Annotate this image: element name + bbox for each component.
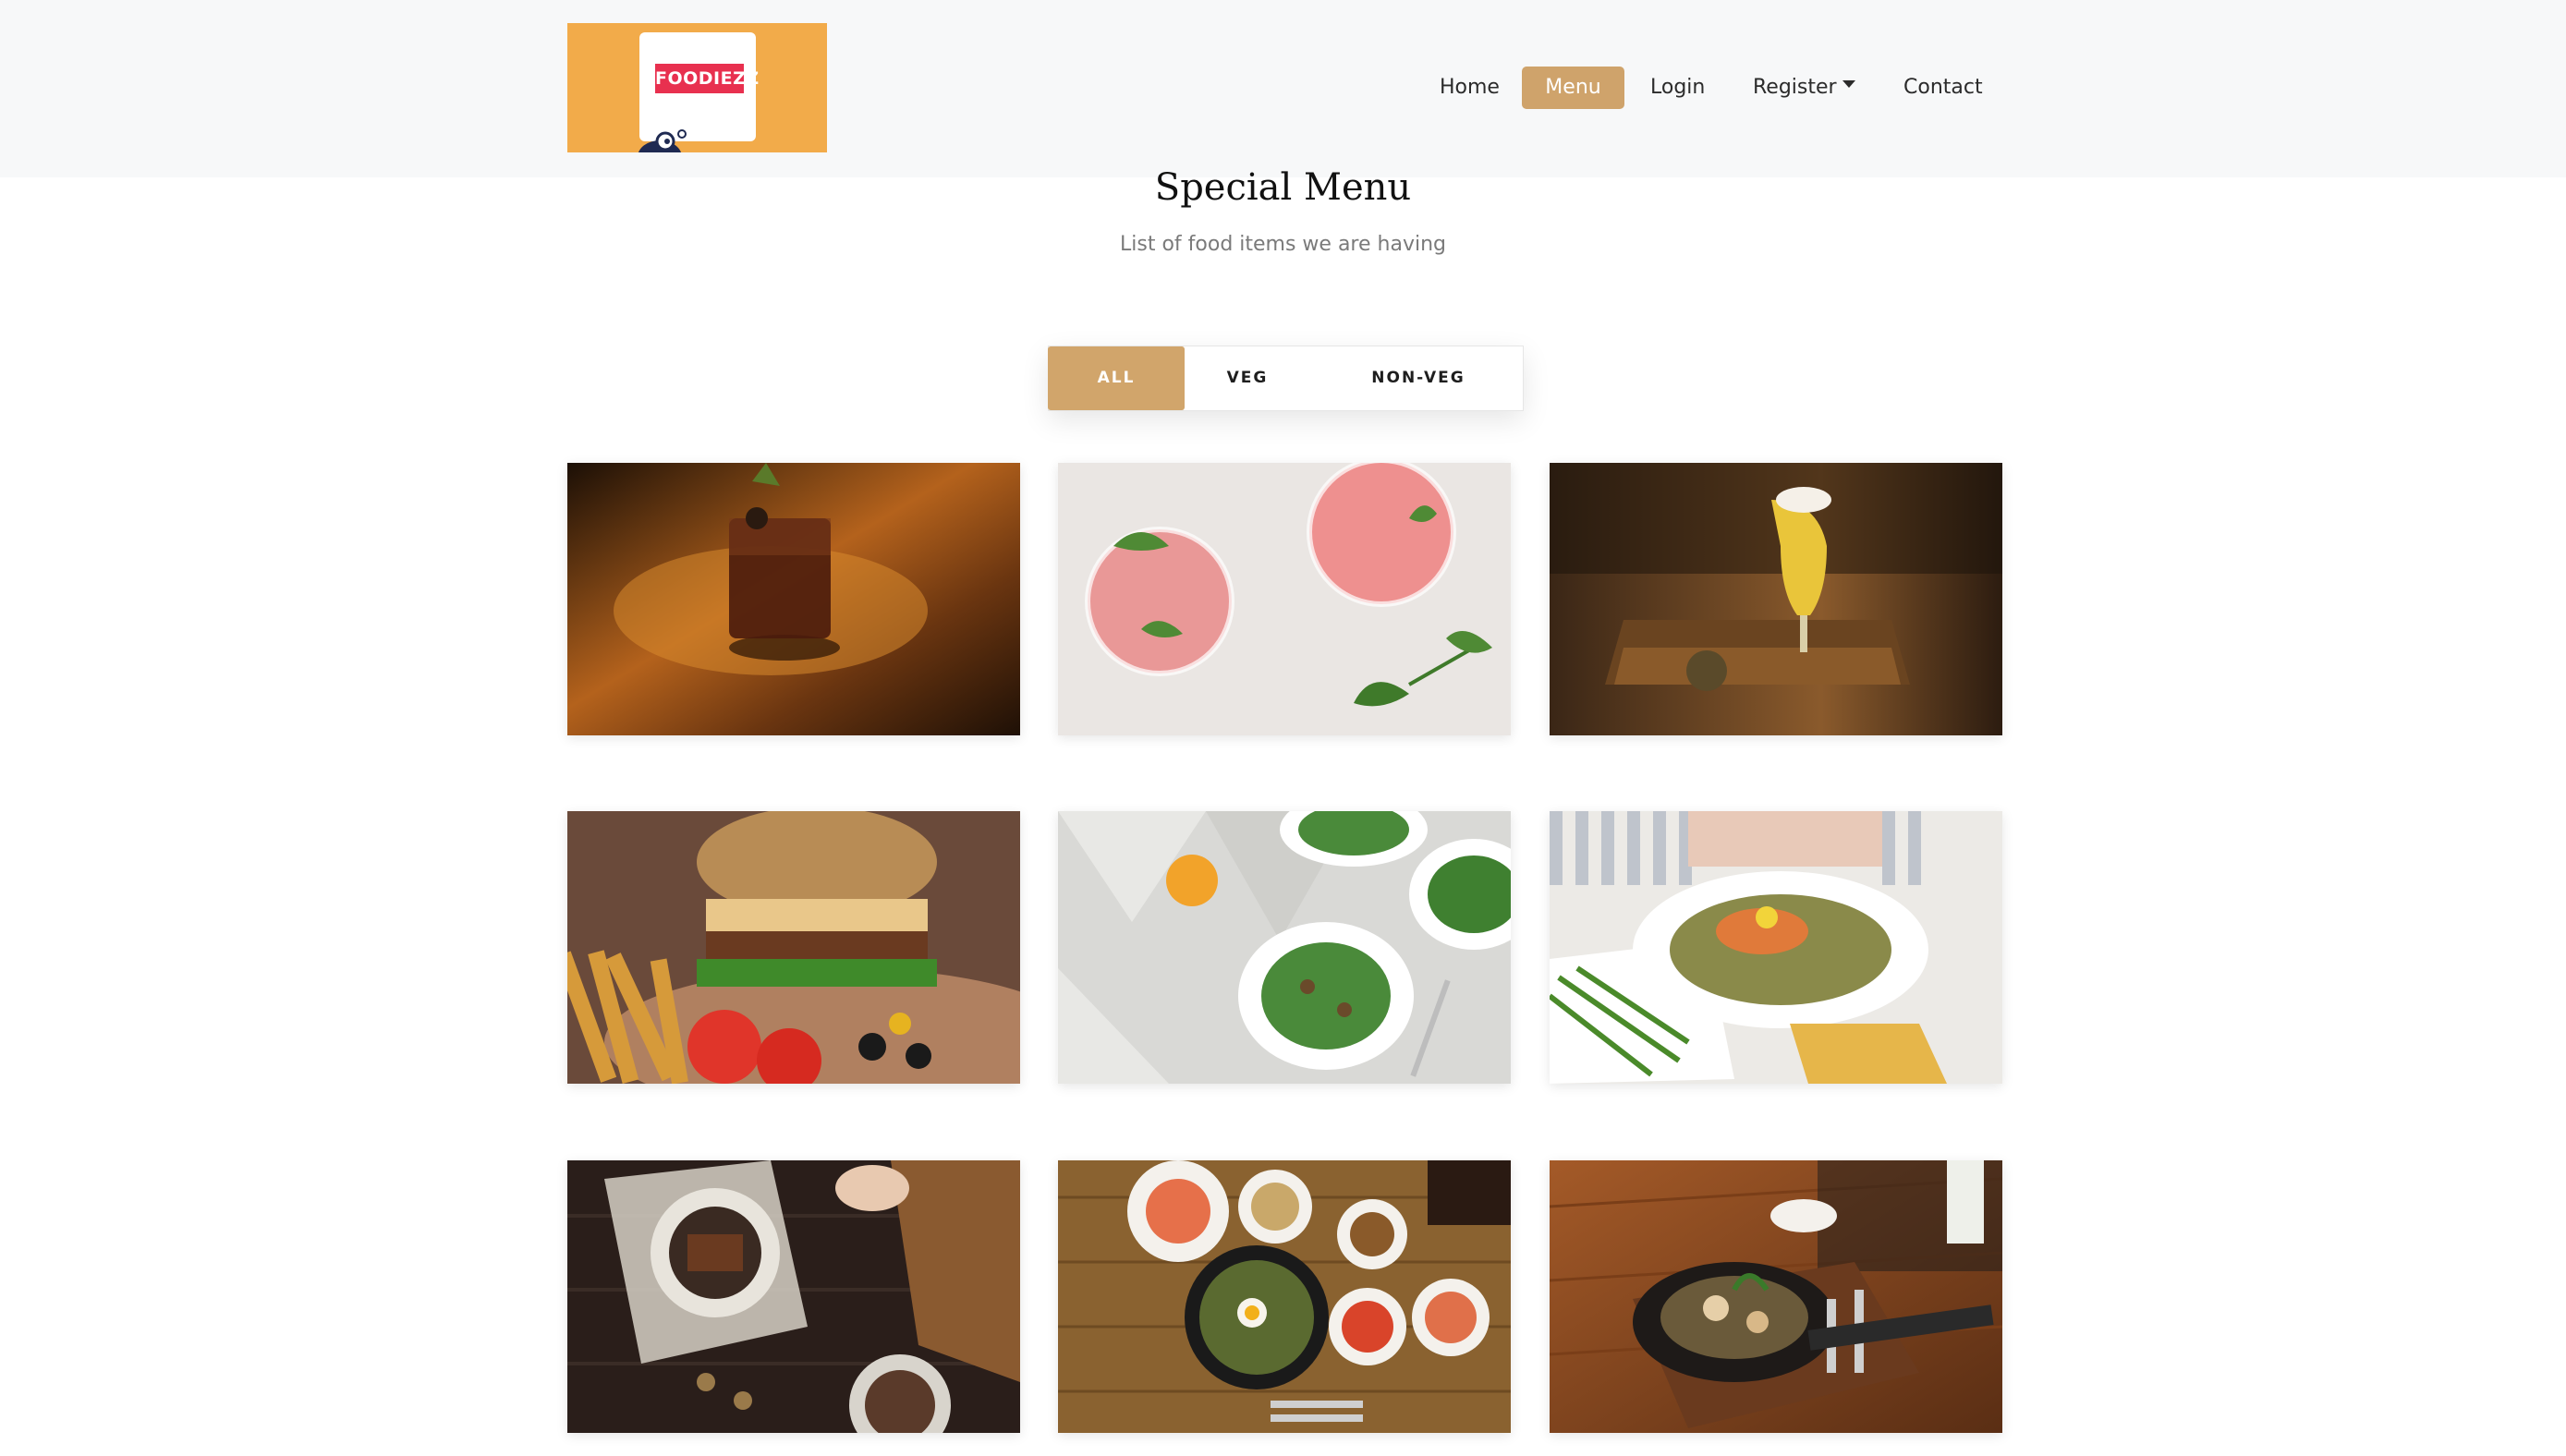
menu-filter-tabs: ALL VEG NON-VEG bbox=[1048, 346, 1524, 411]
filter-all-button[interactable]: ALL bbox=[1048, 346, 1185, 410]
nav-register-dropdown[interactable]: Register bbox=[1753, 67, 1855, 109]
sizzling-skillet-dish-image[interactable] bbox=[1550, 1160, 2002, 1433]
logo-text: FOODIEZZ bbox=[655, 64, 759, 93]
filter-non-veg-button[interactable]: NON-VEG bbox=[1312, 346, 1525, 410]
nav-login-link[interactable]: Login bbox=[1650, 67, 1705, 109]
bibimbap-korean-meal-image[interactable] bbox=[1058, 1160, 1511, 1433]
salmon-with-green-beans-image[interactable] bbox=[1550, 811, 2002, 1084]
section-title: Special Menu bbox=[1154, 166, 1412, 209]
beer-glass-on-wooden-tray-image[interactable] bbox=[1550, 463, 2002, 735]
nav-home-link[interactable]: Home bbox=[1440, 67, 1500, 109]
cocktail-on-wooden-table-image[interactable] bbox=[567, 463, 1020, 735]
chef-mascot-icon bbox=[638, 129, 687, 152]
green-salad-plates-image[interactable] bbox=[1058, 811, 1511, 1084]
brand-logo[interactable]: FOODIEZZ bbox=[567, 23, 827, 152]
navbar: FOODIEZZ Home Menu Login Register Contac… bbox=[0, 0, 2566, 177]
section-subtitle: List of food items we are having bbox=[1120, 233, 1446, 256]
nav-register-label: Register bbox=[1753, 76, 1837, 99]
caret-down-icon bbox=[1842, 80, 1855, 88]
filter-veg-button[interactable]: VEG bbox=[1187, 346, 1307, 410]
nav-contact-link[interactable]: Contact bbox=[1903, 67, 1983, 109]
burger-with-fries-image[interactable] bbox=[567, 811, 1020, 1084]
watermelon-mint-drinks-image[interactable] bbox=[1058, 463, 1511, 735]
nav-menu-link[interactable]: Menu bbox=[1522, 67, 1624, 109]
dark-table-dinner-spread-image[interactable] bbox=[567, 1160, 1020, 1433]
